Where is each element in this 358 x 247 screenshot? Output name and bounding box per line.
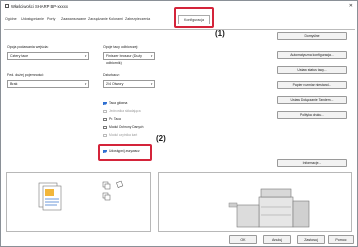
printer-properties-window: Właściwości SHARP BP-xxxxx ✕ Ogólne Udos… (0, 0, 358, 247)
ok-button[interactable]: OK (229, 235, 257, 244)
callout-highlight-1 (174, 7, 214, 28)
callout-label-2: (2) (156, 134, 166, 143)
punch-select[interactable]: 2/4 Otwory ▾ (103, 80, 155, 88)
document-preview (6, 172, 151, 232)
checkbox-label: Jednostka składająca (109, 109, 141, 113)
tab-color-management[interactable]: Zarządzanie Kolorami (87, 15, 124, 24)
checkbox-data-security[interactable]: Moduł Ochrony Danych (103, 125, 143, 130)
callout-highlight-2 (98, 144, 152, 161)
checkbox-box (103, 125, 107, 130)
input-tray-label: Opcja podawania wejścia: (7, 45, 49, 49)
chevron-down-icon: ▾ (84, 82, 87, 86)
checkbox-box (103, 133, 107, 138)
printer-illustration (228, 188, 310, 228)
printer-preview (158, 172, 352, 232)
chevron-down-icon: ▾ (150, 82, 153, 86)
chevron-down-icon: ▾ (84, 54, 87, 58)
tandem-connection-button[interactable]: Ustaw Dołączanie Tandem... (277, 96, 347, 104)
tab-advanced[interactable]: Zaawansowane (60, 15, 87, 24)
checkbox-card-reader[interactable]: Moduł czytnika kart (103, 133, 137, 138)
document-preview-icon (38, 180, 124, 211)
checkbox-label: Moduł Ochrony Danych (109, 125, 144, 129)
window-title: Właściwości SHARP BP-xxxxx (11, 4, 68, 9)
chevron-down-icon: ▾ (150, 54, 153, 58)
checkbox-label: Moduł czytnika kart (109, 133, 138, 137)
output-capacity-select[interactable]: Brak ▾ (7, 80, 89, 88)
checkbox-label: Pr. Taca (109, 117, 121, 121)
punch-label: Dziurkacz: (103, 73, 120, 77)
tab-general[interactable]: Ogólne (4, 15, 18, 24)
information-button[interactable]: Informacje... (277, 159, 347, 167)
tab-security[interactable]: Zabezpieczenia (124, 15, 151, 24)
custom-paper-size-button[interactable]: Papier rozmiar niestand... (277, 81, 347, 89)
set-tray-status-button[interactable]: Ustaw status tacy... (277, 66, 347, 74)
checkbox-box (103, 109, 107, 114)
output-tray-label: Opcje tacy odbiorczej: (103, 45, 139, 49)
tab-sharing[interactable]: Udostępnianie (20, 15, 45, 24)
cancel-button[interactable]: Anuluj (263, 235, 291, 244)
close-icon[interactable]: ✕ (349, 3, 353, 9)
output-capacity-value: Brak (10, 82, 18, 86)
tab-ports[interactable]: Porty (46, 15, 56, 24)
punch-value: 2/4 Otwory (106, 82, 124, 86)
input-tray-select[interactable]: Cztery tace ▾ (7, 52, 89, 60)
printer-icon (5, 4, 9, 8)
checkbox-box (103, 117, 107, 122)
checkbox-folding-unit[interactable]: Jednostka składająca (103, 109, 141, 114)
apply-button[interactable]: Zastosuj (297, 235, 325, 244)
checkbox-main-tray[interactable]: Taca główna (103, 101, 127, 106)
checkbox-tray[interactable]: Pr. Taca (103, 117, 121, 122)
print-policy-button[interactable]: Polityka druku... (277, 111, 347, 119)
auto-configuration-button[interactable]: Automatyczna konfiguracja... (277, 51, 347, 59)
checkbox-box (103, 101, 107, 106)
output-capacity-label: Fed. dużej pojemności: (7, 73, 44, 77)
output-tray-select[interactable]: Finiszer broszur (Duży odbiornik) ▾ (103, 52, 155, 65)
input-tray-value: Cztery tace (10, 54, 29, 58)
defaults-button[interactable]: Domyślne (277, 32, 347, 40)
checkbox-label: Taca główna (109, 101, 128, 105)
help-button[interactable]: Pomoc (328, 235, 354, 244)
